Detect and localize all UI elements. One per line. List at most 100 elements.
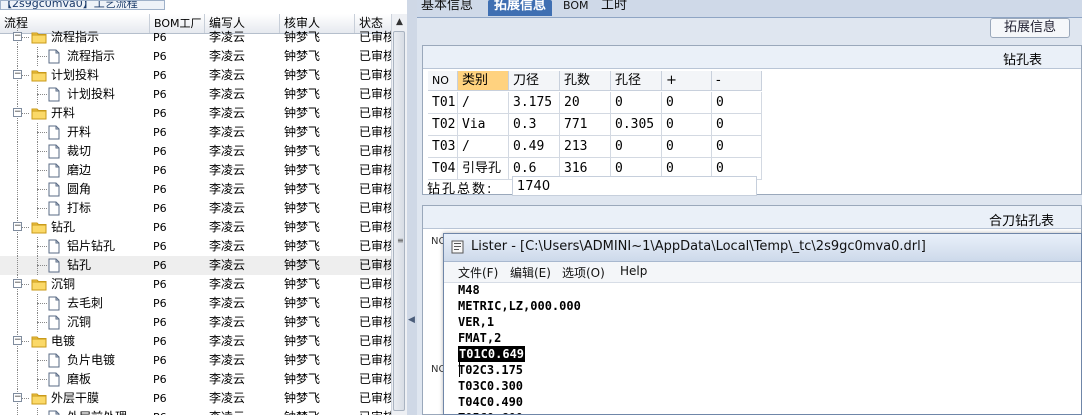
- bom-factory-cell: P6: [153, 278, 167, 291]
- drill-cell[interactable]: 0: [662, 92, 712, 114]
- collapse-arrow-icon[interactable]: ◀: [408, 315, 415, 325]
- drill-cell[interactable]: 3.175: [509, 92, 560, 114]
- scroll-up-icon[interactable]: ▲: [392, 14, 407, 30]
- status-cell: 已审核: [359, 201, 391, 215]
- tree-row[interactable]: − 沉铜 P6 李凌云 钟梦飞 已审核: [0, 275, 391, 294]
- drill-cell[interactable]: 0: [611, 136, 662, 158]
- menu-options[interactable]: 选项(O): [562, 264, 605, 281]
- drill-cell[interactable]: 0: [662, 114, 712, 136]
- status-cell: 已审核: [359, 49, 391, 63]
- panel-splitter[interactable]: ◀: [407, 0, 417, 415]
- reviewer-cell: 钟梦飞: [284, 49, 321, 63]
- tree-row[interactable]: 裁切 P6 李凌云 钟梦飞 已审核: [0, 142, 391, 161]
- drill-cell[interactable]: /: [458, 92, 509, 114]
- drill-cell[interactable]: 0.49: [509, 136, 560, 158]
- drill-cell[interactable]: T01: [428, 92, 458, 114]
- drill-cell[interactable]: 0: [712, 136, 762, 158]
- drill-col-header[interactable]: -: [712, 71, 762, 91]
- reviewer-cell: 钟梦飞: [284, 163, 321, 177]
- tree-row[interactable]: 磨板 P6 李凌云 钟梦飞 已审核: [0, 370, 391, 389]
- menu-edit[interactable]: 编辑(E): [510, 264, 551, 281]
- status-cell: 已审核: [359, 220, 391, 234]
- drill-cell[interactable]: 0.305: [611, 114, 662, 136]
- folder-icon: [31, 107, 47, 120]
- writer-cell: 李凌云: [209, 106, 246, 120]
- drill-cell[interactable]: T03: [428, 136, 458, 158]
- collapse-icon[interactable]: −: [13, 393, 22, 402]
- drill-cell[interactable]: 0: [611, 92, 662, 114]
- lister-titlebar[interactable]: Lister - [C:\Users\ADMINI~1\AppData\Loca…: [444, 234, 1081, 262]
- collapse-icon[interactable]: −: [13, 70, 22, 79]
- tab-extended-info[interactable]: 拓展信息: [488, 0, 553, 16]
- collapse-icon[interactable]: −: [13, 279, 22, 288]
- tree-row[interactable]: 磨边 P6 李凌云 钟梦飞 已审核: [0, 161, 391, 180]
- drill-col-header[interactable]: +: [662, 71, 712, 91]
- tree-node-label: 计划投料: [51, 68, 100, 82]
- drill-cell[interactable]: T02: [428, 114, 458, 136]
- extended-info-button[interactable]: 拓展信息: [990, 18, 1070, 38]
- tree-node-label: 磨板: [67, 372, 92, 386]
- drill-cell[interactable]: 0: [662, 136, 712, 158]
- drill-cell[interactable]: 213: [560, 136, 611, 158]
- scroll-thumb[interactable]: ≡: [393, 31, 405, 411]
- drill-cell[interactable]: 771: [560, 114, 611, 136]
- drill-col-header[interactable]: NO: [428, 71, 458, 91]
- collapse-icon[interactable]: −: [13, 108, 22, 117]
- tree-row[interactable]: 流程指示 P6 李凌云 钟梦飞 已审核: [0, 47, 391, 66]
- writer-cell: 李凌云: [209, 334, 246, 348]
- total-holes-field[interactable]: 1740: [512, 176, 757, 196]
- writer-cell: 李凌云: [209, 87, 246, 101]
- drill-col-header[interactable]: 孔数: [560, 71, 611, 91]
- tab-basic-info[interactable]: 基本信息: [421, 0, 473, 16]
- drill-cell[interactable]: T04: [428, 158, 458, 180]
- writer-cell: 李凌云: [209, 201, 246, 215]
- document-icon: [48, 182, 60, 197]
- lister-content[interactable]: M48 METRIC,LZ,000.000 VER,1 FMAT,2 T01C0.649…: [444, 283, 1081, 414]
- tree-row[interactable]: 铝片钻孔 P6 李凌云 钟梦飞 已审核: [0, 237, 391, 256]
- collapse-icon[interactable]: −: [13, 336, 22, 345]
- tree-row[interactable]: 外层前处理 P6 李凌云钟梦飞已审核: [0, 408, 391, 415]
- code-line: T01C0.649: [458, 346, 526, 362]
- drill-col-header[interactable]: 类别: [458, 71, 509, 91]
- drill-cell[interactable]: 20: [560, 92, 611, 114]
- tab-work-hours[interactable]: 工时: [601, 0, 627, 16]
- tree-node-label: 沉铜: [51, 277, 76, 291]
- reviewer-cell: 钟梦飞: [284, 220, 321, 234]
- tree-row[interactable]: 圆角 P6 李凌云 钟梦飞 已审核: [0, 180, 391, 199]
- bom-factory-cell: P6: [153, 408, 203, 415]
- collapse-icon[interactable]: −: [13, 32, 22, 41]
- tree-row[interactable]: 负片电镀 P6 李凌云 钟梦飞 已审核: [0, 351, 391, 370]
- tree-row[interactable]: 计划投料 P6 李凌云 钟梦飞 已审核: [0, 85, 391, 104]
- drill-cell[interactable]: 引导孔: [458, 158, 509, 180]
- writer-cell: 李凌云: [209, 277, 246, 291]
- tree-node-label: 开料: [51, 106, 76, 120]
- tree-row[interactable]: 钻孔 P6 李凌云 钟梦飞 已审核: [0, 256, 391, 275]
- tree-row[interactable]: − 钻孔 P6 李凌云 钟梦飞 已审核: [0, 218, 391, 237]
- document-icon: [48, 144, 60, 159]
- tree-row[interactable]: 打标 P6 李凌云 钟梦飞 已审核: [0, 199, 391, 218]
- tree-row[interactable]: 开料 P6 李凌云 钟梦飞 已审核: [0, 123, 391, 142]
- tree-row[interactable]: − 外层干膜 P6 李凌云 钟梦飞 已审核: [0, 389, 391, 408]
- writer-cell: 李凌云: [209, 68, 246, 82]
- writer-cell: 李凌云: [209, 239, 246, 253]
- menu-file[interactable]: 文件(F): [458, 264, 498, 281]
- tree-scrollbar[interactable]: ▲ ≡: [391, 14, 407, 415]
- drill-cell[interactable]: 0: [712, 114, 762, 136]
- tree-row[interactable]: 沉铜 P6 李凌云 钟梦飞 已审核: [0, 313, 391, 332]
- document-icon: [48, 258, 60, 273]
- menu-help[interactable]: Help: [620, 264, 647, 278]
- drill-col-header[interactable]: 孔径: [611, 71, 662, 91]
- drill-cell[interactable]: /: [458, 136, 509, 158]
- drill-cell[interactable]: 0.3: [509, 114, 560, 136]
- code-line: T03C0.300: [458, 379, 524, 393]
- tab-bom[interactable]: BOM: [563, 0, 589, 16]
- drill-col-header[interactable]: 刀径: [509, 71, 560, 91]
- tree-row[interactable]: 去毛刺 P6 李凌云 钟梦飞 已审核: [0, 294, 391, 313]
- tree-row[interactable]: − 开料 P6 李凌云 钟梦飞 已审核: [0, 104, 391, 123]
- drill-cell[interactable]: 0: [712, 92, 762, 114]
- tree-row[interactable]: − 电镀 P6 李凌云 钟梦飞 已审核: [0, 332, 391, 351]
- collapse-icon[interactable]: −: [13, 222, 22, 231]
- tree-row[interactable]: − 流程指示 P6 李凌云 钟梦飞 已审核: [0, 28, 391, 47]
- tree-row[interactable]: − 计划投料 P6 李凌云 钟梦飞 已审核: [0, 66, 391, 85]
- drill-cell[interactable]: Via: [458, 114, 509, 136]
